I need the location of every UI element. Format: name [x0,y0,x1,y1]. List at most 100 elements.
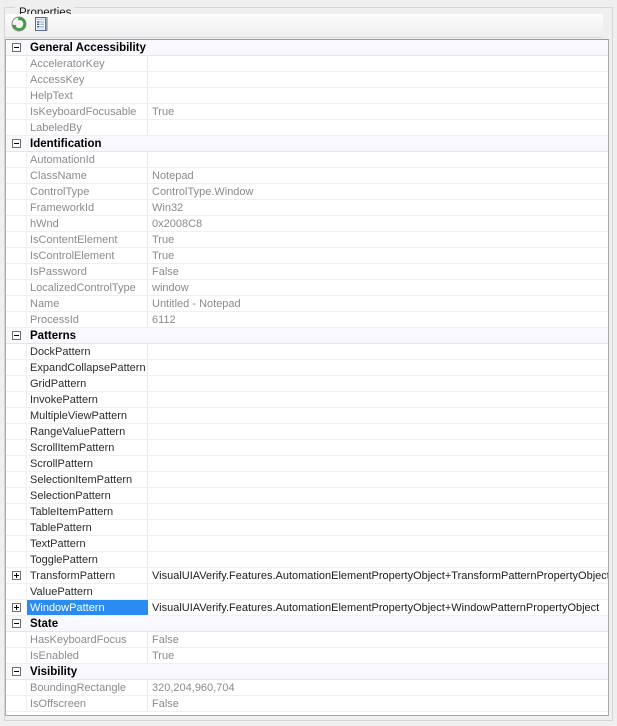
expand-row-icon[interactable] [11,603,21,612]
property-row[interactable]: LocalizedControlType window [6,280,608,296]
property-row[interactable]: HasKeyboardFocus False [6,632,608,648]
property-row[interactable]: TablePattern [6,520,608,536]
property-row[interactable]: TogglePattern [6,552,608,568]
property-name-cell[interactable]: IsPassword [27,264,148,279]
property-name-cell[interactable]: hWnd [27,216,148,231]
property-row[interactable]: AutomationId [6,152,608,168]
property-name-cell[interactable]: ClassName [27,168,148,183]
collapse-group-icon[interactable] [11,43,21,52]
property-grid[interactable]: General Accessibility AcceleratorKey Acces… [5,39,609,716]
property-name-cell[interactable]: WindowPattern [27,600,148,615]
property-value-cell[interactable] [148,344,608,359]
property-name-cell[interactable]: AcceleratorKey [27,56,148,71]
property-name-cell[interactable]: AccessKey [27,72,148,87]
property-name-cell[interactable]: HelpText [27,88,148,103]
property-row[interactable]: ProcessId 6112 [6,312,608,328]
property-name-cell[interactable]: IsKeyboardFocusable [27,104,148,119]
property-row[interactable]: DockPattern [6,344,608,360]
property-value-cell[interactable]: 320,204,960,704 [148,680,608,695]
property-name-cell[interactable]: MultipleViewPattern [27,408,148,423]
property-row[interactable]: TableItemPattern [6,504,608,520]
property-name-cell[interactable]: BoundingRectangle [27,680,148,695]
property-row[interactable]: IsPassword False [6,264,608,280]
property-name-cell[interactable]: ScrollItemPattern [27,440,148,455]
property-name-cell[interactable]: IsOffscreen [27,696,148,711]
property-value-cell[interactable]: False [148,632,608,647]
property-value-cell[interactable] [148,584,608,599]
property-value-cell[interactable] [148,472,608,487]
property-name-cell[interactable]: ProcessId [27,312,148,327]
property-name-cell[interactable]: IsEnabled [27,648,148,663]
property-row[interactable]: IsOffscreen False [6,696,608,712]
property-row[interactable]: BoundingRectangle 320,204,960,704 [6,680,608,696]
property-row[interactable]: Name Untitled - Notepad [6,296,608,312]
property-name-cell[interactable]: TextPattern [27,536,148,551]
property-row[interactable]: WindowPattern VisualUIAVerify.Features.Au… [6,600,608,616]
collapse-group-icon[interactable] [11,331,21,340]
property-name-cell[interactable]: LocalizedControlType [27,280,148,295]
property-row[interactable]: HelpText [6,88,608,104]
property-name-cell[interactable]: HasKeyboardFocus [27,632,148,647]
property-value-cell[interactable]: False [148,264,608,279]
property-name-cell[interactable]: ScrollPattern [27,456,148,471]
property-row[interactable]: hWnd 0x2008C8 [6,216,608,232]
property-row[interactable]: IsContentElement True [6,232,608,248]
property-name-cell[interactable]: GridPattern [27,376,148,391]
property-value-cell[interactable]: True [148,104,608,119]
property-row[interactable]: LabeledBy [6,120,608,136]
property-name-cell[interactable]: IsContentElement [27,232,148,247]
property-name-cell[interactable]: DockPattern [27,344,148,359]
property-name-cell[interactable]: IsControlElement [27,248,148,263]
property-value-cell[interactable] [148,408,608,423]
properties-view-button[interactable] [30,15,52,37]
refresh-button[interactable] [8,15,30,37]
property-value-cell[interactable]: Untitled - Notepad [148,296,608,311]
collapse-group-icon[interactable] [11,619,21,628]
property-value-cell[interactable] [148,120,608,135]
property-name-cell[interactable]: TablePattern [27,520,148,535]
property-value-cell[interactable]: VisualUIAVerify.Features.AutomationEleme… [148,600,608,615]
property-name-cell[interactable]: SelectionItemPattern [27,472,148,487]
property-row[interactable]: AccessKey [6,72,608,88]
property-value-cell[interactable]: True [148,248,608,263]
property-name-cell[interactable]: TableItemPattern [27,504,148,519]
property-row[interactable]: ScrollPattern [6,456,608,472]
property-row[interactable]: TransformPattern VisualUIAVerify.Features… [6,568,608,584]
property-value-cell[interactable] [148,520,608,535]
property-group-header[interactable]: State [6,616,608,632]
property-row[interactable]: AcceleratorKey [6,56,608,72]
property-value-cell[interactable] [148,392,608,407]
property-row[interactable]: ExpandCollapsePattern [6,360,608,376]
property-row[interactable]: SelectionItemPattern [6,472,608,488]
property-name-cell[interactable]: AutomationId [27,152,148,167]
property-row[interactable]: TextPattern [6,536,608,552]
property-name-cell[interactable]: ControlType [27,184,148,199]
property-value-cell[interactable]: True [148,648,608,663]
property-group-header[interactable]: Visibility [6,664,608,680]
property-row[interactable]: ScrollItemPattern [6,440,608,456]
property-row[interactable]: IsControlElement True [6,248,608,264]
property-value-cell[interactable] [148,56,608,71]
property-name-cell[interactable]: RangeValuePattern [27,424,148,439]
property-row[interactable]: FrameworkId Win32 [6,200,608,216]
property-name-cell[interactable]: TransformPattern [27,568,148,583]
property-group-header[interactable]: General Accessibility [6,40,608,56]
property-name-cell[interactable]: Name [27,296,148,311]
property-group-header[interactable]: Patterns [6,328,608,344]
property-row[interactable]: IsEnabled True [6,648,608,664]
property-name-cell[interactable]: LabeledBy [27,120,148,135]
property-value-cell[interactable]: window [148,280,608,295]
property-name-cell[interactable]: ExpandCollapsePattern [27,360,148,375]
property-row[interactable]: ClassName Notepad [6,168,608,184]
property-name-cell[interactable]: SelectionPattern [27,488,148,503]
property-value-cell[interactable]: False [148,696,608,711]
property-row[interactable]: MultipleViewPattern [6,408,608,424]
property-name-cell[interactable]: InvokePattern [27,392,148,407]
property-value-cell[interactable]: True [148,232,608,247]
property-value-cell[interactable] [148,552,608,567]
property-row[interactable]: RangeValuePattern [6,424,608,440]
property-value-cell[interactable] [148,152,608,167]
property-value-cell[interactable] [148,376,608,391]
property-name-cell[interactable]: FrameworkId [27,200,148,215]
property-row[interactable]: GridPattern [6,376,608,392]
